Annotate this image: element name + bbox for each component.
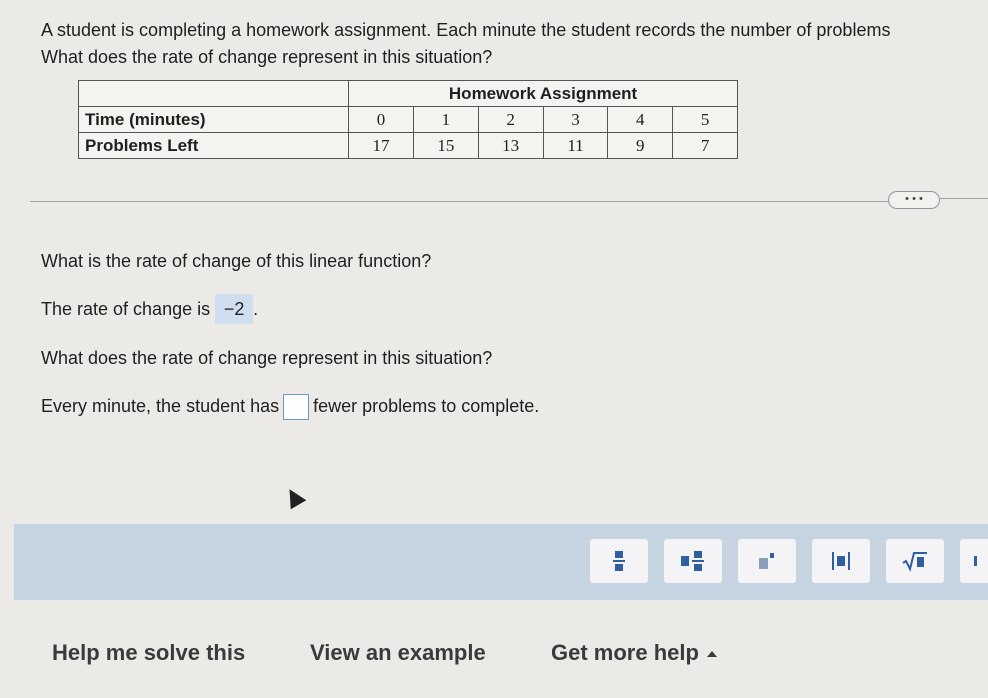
fraction-icon[interactable] [590, 539, 648, 583]
section-divider-right [938, 198, 988, 199]
table-cell: 0 [348, 106, 414, 133]
row-label-time: Time (minutes) [77, 106, 350, 133]
meaning-suffix: fewer problems to complete. [313, 396, 540, 416]
answer-line-rate: The rate of change is −2. [41, 294, 258, 324]
caret-up-icon [706, 651, 717, 658]
get-more-help-label: Get more help [551, 640, 699, 665]
homework-table: Homework Assignment Time (minutes) 0 1 2… [77, 80, 738, 159]
table-cell: 11 [542, 132, 609, 159]
answer-prefix: The rate of change is [41, 299, 211, 319]
table-cell: 2 [477, 106, 544, 133]
more-tools-icon[interactable] [960, 539, 988, 583]
square-root-icon[interactable] [886, 539, 944, 583]
problem-line-2: What does the rate of change represent i… [41, 47, 493, 67]
table-cell: 7 [672, 132, 738, 159]
table-cell: 9 [607, 132, 674, 159]
table-row: Problems Left 17 15 13 11 9 7 [77, 132, 738, 159]
answer-suffix: . [253, 299, 259, 319]
view-example-link[interactable]: View an example [310, 640, 486, 666]
table-title: Homework Assignment [348, 80, 738, 107]
answer-line-meaning: Every minute, the student has fewer probl… [41, 394, 540, 421]
mouse-cursor-icon [281, 484, 307, 510]
table-cell: 13 [477, 132, 544, 159]
row-label-problems: Problems Left [77, 132, 350, 159]
meaning-prefix: Every minute, the student has [41, 396, 280, 416]
expand-problem-button[interactable]: • • • [888, 191, 940, 209]
question-rate: What is the rate of change of this linea… [41, 251, 432, 271]
help-me-solve-link[interactable]: Help me solve this [52, 640, 245, 666]
problem-line-1: A student is completing a homework assig… [41, 20, 891, 40]
rate-answer-input[interactable]: −2 [215, 294, 254, 324]
table-cell: 1 [412, 106, 479, 133]
table-cell: 3 [542, 106, 609, 133]
table-cell: 5 [672, 106, 738, 133]
table-cell: 15 [412, 132, 479, 159]
mixed-number-icon[interactable] [664, 539, 722, 583]
exponent-icon[interactable] [738, 539, 796, 583]
table-cell: 17 [348, 132, 414, 159]
meaning-answer-input[interactable] [283, 394, 310, 421]
absolute-value-icon[interactable] [812, 539, 870, 583]
table-row: Time (minutes) 0 1 2 3 4 5 [77, 106, 738, 133]
math-toolbar [14, 524, 988, 600]
section-divider [30, 201, 890, 202]
table-cell: 4 [607, 106, 674, 133]
question-meaning: What does the rate of change represent i… [41, 348, 493, 368]
get-more-help-link[interactable]: Get more help [551, 640, 717, 666]
problem-statement: A student is completing a homework assig… [41, 17, 890, 71]
